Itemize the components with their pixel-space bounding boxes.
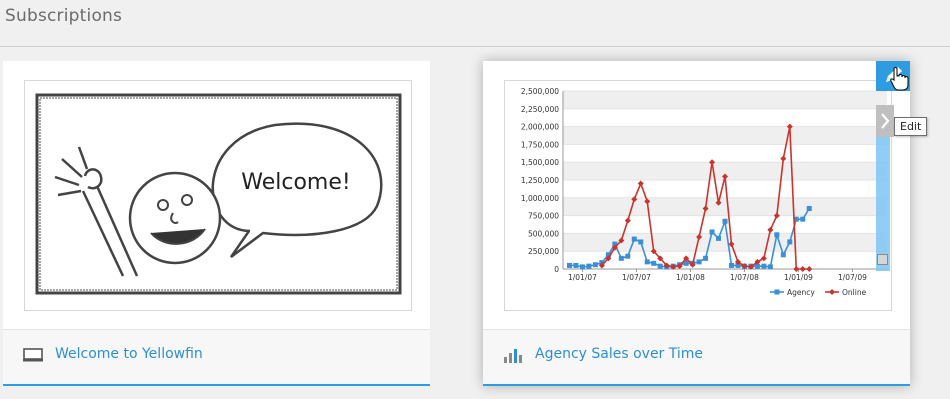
legend-marker xyxy=(829,289,835,295)
y-tick-label: 1,250,000 xyxy=(521,176,559,185)
data-point-agency xyxy=(618,255,624,261)
resize-handle[interactable] xyxy=(877,254,888,265)
data-point-agency xyxy=(780,252,786,258)
welcome-illustration: Welcome! xyxy=(35,93,402,295)
grid-band xyxy=(563,126,887,145)
grid-band xyxy=(563,197,887,216)
edit-tooltip: Edit xyxy=(894,117,928,136)
y-tick-label: 1,750,000 xyxy=(521,140,559,149)
x-tick-label: 1/01/07 xyxy=(568,273,597,282)
report-link-welcome[interactable]: Welcome to Yellowfin xyxy=(55,346,203,362)
chart-thumbnail[interactable]: 2,500,000 2,250,000 2,000,000 1,750,000 1,50… xyxy=(504,80,892,311)
data-point-online xyxy=(624,217,631,224)
data-point-agency xyxy=(625,253,631,259)
legend-entry: Agency xyxy=(787,288,815,297)
x-tick-label: 1/01/08 xyxy=(676,273,705,282)
card-footer: Welcome to Yellowfin xyxy=(3,329,430,384)
data-point-agency xyxy=(631,236,637,242)
y-tick-label: 0 xyxy=(554,265,559,274)
bar-chart-icon xyxy=(504,349,522,363)
report-card-agency-sales[interactable]: 2,500,000 2,250,000 2,000,000 1,750,000 1,50… xyxy=(483,61,928,386)
selection-highlight xyxy=(876,137,890,271)
welcome-thumbnail[interactable]: Welcome! xyxy=(24,80,412,311)
data-point-agency xyxy=(728,262,734,268)
data-point-agency xyxy=(586,263,592,269)
data-point-agency xyxy=(761,263,767,269)
page-title: Subscriptions xyxy=(5,6,123,26)
data-point-online xyxy=(799,266,806,272)
agency-sales-chart: 2,500,000 2,250,000 2,000,000 1,750,000 1,50… xyxy=(521,87,887,297)
grid-band xyxy=(563,91,887,109)
data-point-agency xyxy=(579,264,585,270)
y-tick-label: 2,250,000 xyxy=(521,105,559,114)
header-divider xyxy=(0,46,950,47)
data-point-agency xyxy=(774,232,780,238)
data-point-agency xyxy=(566,262,572,268)
y-tick-label: 1,500,000 xyxy=(521,158,559,167)
data-point-agency xyxy=(716,235,722,241)
data-point-agency xyxy=(592,262,598,268)
report-card-welcome[interactable]: Welcome! Welcome to Yellowfin xyxy=(3,61,430,386)
data-point-agency xyxy=(703,255,709,261)
data-point-agency xyxy=(709,229,715,235)
y-tick-label: 750,000 xyxy=(528,212,559,221)
data-point-agency xyxy=(644,259,650,265)
data-point-agency xyxy=(787,239,793,245)
data-point-agency xyxy=(800,216,806,222)
data-point-agency xyxy=(806,205,812,211)
y-tick-label: 2,000,000 xyxy=(521,123,559,132)
x-tick-label: 1/07/09 xyxy=(838,273,867,282)
data-point-agency xyxy=(657,263,663,269)
data-point-agency xyxy=(722,218,728,224)
y-tick-label: 250,000 xyxy=(528,247,559,256)
legend-entry: Online xyxy=(842,288,867,297)
card-footer: Agency Sales over Time xyxy=(483,329,910,384)
legend-marker xyxy=(774,289,780,295)
report-link-agency-sales[interactable]: Agency Sales over Time xyxy=(535,346,703,362)
data-point-online xyxy=(637,180,644,187)
x-tick-label: 1/07/07 xyxy=(622,273,651,282)
chevron-right-icon xyxy=(881,113,890,129)
data-point-agency xyxy=(767,264,773,270)
edit-button[interactable] xyxy=(876,61,910,91)
pencil-icon xyxy=(886,66,909,91)
y-tick-label: 500,000 xyxy=(528,229,559,238)
data-point-online xyxy=(767,226,774,233)
y-tick-label: 1,000,000 xyxy=(521,194,559,203)
data-point-agency xyxy=(638,239,644,245)
welcome-text: Welcome! xyxy=(241,170,350,195)
data-point-agency xyxy=(651,260,657,266)
monitor-icon xyxy=(23,348,43,362)
data-point-agency xyxy=(573,262,579,268)
x-tick-label: 1/01/09 xyxy=(784,273,813,282)
next-button[interactable] xyxy=(876,105,894,137)
data-point-agency xyxy=(696,259,702,265)
data-point-online xyxy=(806,266,813,272)
y-tick-label: 2,500,000 xyxy=(521,87,559,96)
x-tick-label: 1/07/08 xyxy=(730,273,759,282)
data-point-online xyxy=(780,155,787,162)
data-point-online xyxy=(760,255,767,262)
